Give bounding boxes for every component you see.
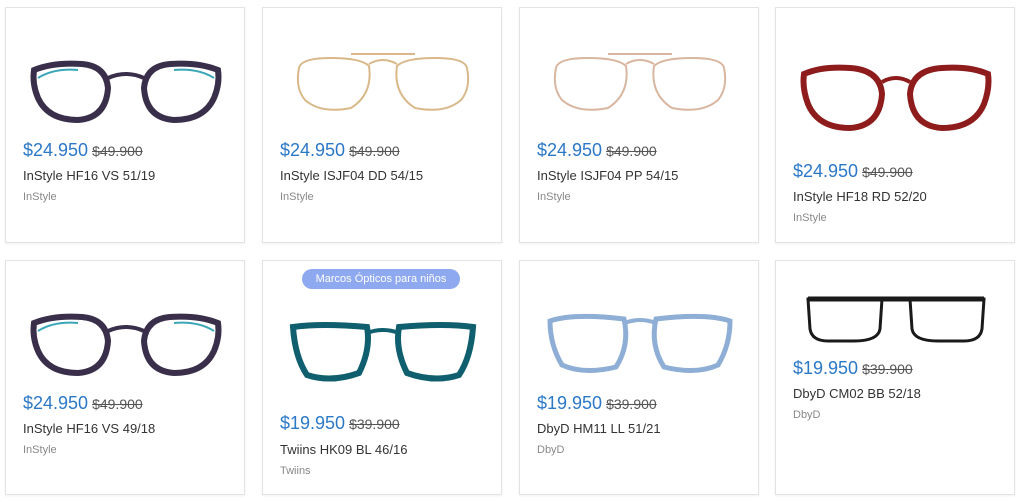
product-name[interactable]: DbyD HM11 LL 51/21 [537,421,661,436]
price: $19.950 [280,413,346,433]
round-glasses-image [547,313,733,373]
brand-name: InStyle [23,191,57,203]
original-price: $49.900 [862,164,913,180]
brand-name: DbyD [537,444,565,456]
original-price: $49.900 [349,143,400,159]
rectangular-glasses-image [806,296,986,343]
aviator-glasses-image [296,53,470,111]
product-card[interactable]: $24.950 $49.900 InStyle HF18 RD 52/20 In… [775,7,1015,243]
brand-name: InStyle [793,212,827,224]
brand-name: InStyle [23,444,57,456]
original-price: $49.900 [92,143,143,159]
product-card[interactable]: $24.950 $49.900 InStyle HF16 VS 51/19 In… [5,7,245,243]
product-name[interactable]: InStyle HF18 RD 52/20 [793,189,927,204]
brand-name: DbyD [793,409,821,421]
product-name[interactable]: InStyle HF16 VS 49/18 [23,421,155,436]
round-glasses-image [30,313,222,377]
product-card[interactable]: $19.950 $39.900 Twiins HK09 BL 46/16 Twi… [262,260,502,495]
round-glasses-image [30,60,222,124]
product-name[interactable]: InStyle ISJF04 DD 54/15 [280,168,423,183]
product-name[interactable]: Twiins HK09 BL 46/16 [280,442,407,457]
brand-name: Twiins [280,465,311,477]
price: $24.950 [280,140,346,160]
round-glasses-image [800,64,992,132]
kids-frames-badge: Marcos Ópticos para niños [302,269,460,289]
brand-name: InStyle [537,191,571,203]
price: $19.950 [537,393,603,413]
aviator-glasses-image [553,53,727,111]
product-card[interactable]: $24.950 $49.900 InStyle ISJF04 DD 54/15 … [262,7,502,243]
price: $24.950 [23,393,89,413]
original-price: $39.900 [862,361,913,377]
price: $24.950 [23,140,89,160]
product-card[interactable]: $24.950 $49.900 InStyle HF16 VS 49/18 In… [5,260,245,495]
price: $24.950 [793,161,859,181]
price: $19.950 [793,358,859,378]
product-card[interactable]: $19.950 $39.900 DbyD HM11 LL 51/21 DbyD [519,260,759,495]
brand-name: InStyle [280,191,314,203]
original-price: $49.900 [92,396,143,412]
original-price: $39.900 [606,396,657,412]
original-price: $39.900 [349,416,400,432]
price: $24.950 [537,140,603,160]
product-name[interactable]: DbyD CM02 BB 52/18 [793,386,921,401]
product-name[interactable]: InStyle HF16 VS 51/19 [23,168,155,183]
product-card[interactable]: $19.950 $39.900 DbyD CM02 BB 52/18 DbyD [775,260,1015,495]
rectangular-glasses-image [289,322,477,382]
product-name[interactable]: InStyle ISJF04 PP 54/15 [537,168,678,183]
product-card[interactable]: $24.950 $49.900 InStyle ISJF04 PP 54/15 … [519,7,759,243]
original-price: $49.900 [606,143,657,159]
